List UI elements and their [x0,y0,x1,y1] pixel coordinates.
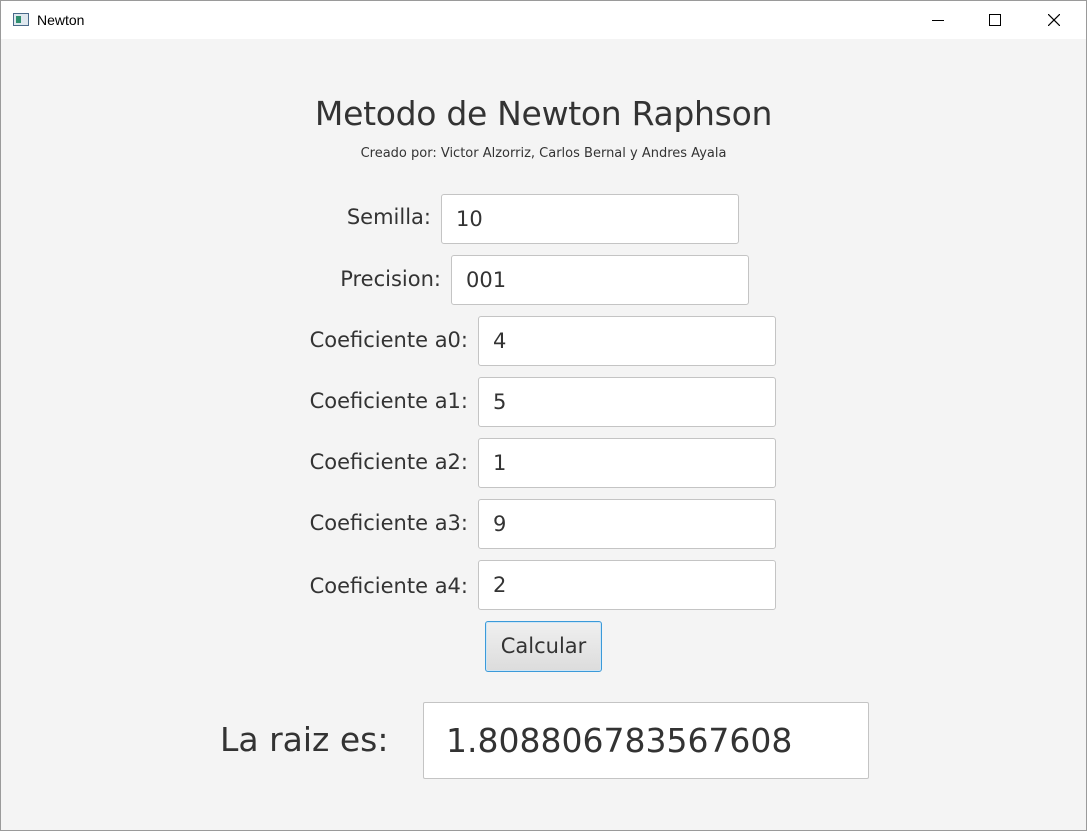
seed-input[interactable]: 10 [441,194,739,244]
page-title: Metodo de Newton Raphson [314,94,773,133]
coefficient-a3-input[interactable]: 9 [478,499,776,549]
seed-label: Semilla: [346,205,431,229]
app-window-icon [13,13,29,26]
coefficient-a4-input[interactable]: 2 [478,560,776,610]
precision-input[interactable]: 001 [451,255,749,305]
result-label: La raiz es: [220,720,389,759]
coefficient-a1-input[interactable]: 5 [478,377,776,427]
coefficient-a4-label: Coeficiente a4: [309,574,468,598]
coefficient-a1-label: Coeficiente a1: [309,389,468,413]
app-window: Newton Metodo de Newton Raphson Creado p… [0,0,1087,831]
close-icon [1048,14,1060,26]
coefficient-a2-label: Coeficiente a2: [309,450,468,474]
coefficient-a2-input[interactable]: 1 [478,438,776,488]
window-title: Newton [37,12,85,28]
coefficient-a0-input[interactable]: 4 [478,316,776,366]
minimize-button[interactable] [909,1,967,39]
authors-subtitle: Creado por: Victor Alzorriz, Carlos Bern… [360,146,727,161]
minimize-icon [932,20,944,21]
maximize-button[interactable] [967,1,1025,39]
title-bar[interactable]: Newton [1,1,1086,39]
close-button[interactable] [1025,1,1083,39]
result-output[interactable]: 1.808806783567608 [423,702,869,779]
precision-label: Precision: [340,267,441,291]
coefficient-a3-label: Coeficiente a3: [309,511,468,535]
maximize-icon [989,14,1001,26]
calculate-button[interactable]: Calcular [485,621,602,672]
coefficient-a0-label: Coeficiente a0: [309,328,468,352]
